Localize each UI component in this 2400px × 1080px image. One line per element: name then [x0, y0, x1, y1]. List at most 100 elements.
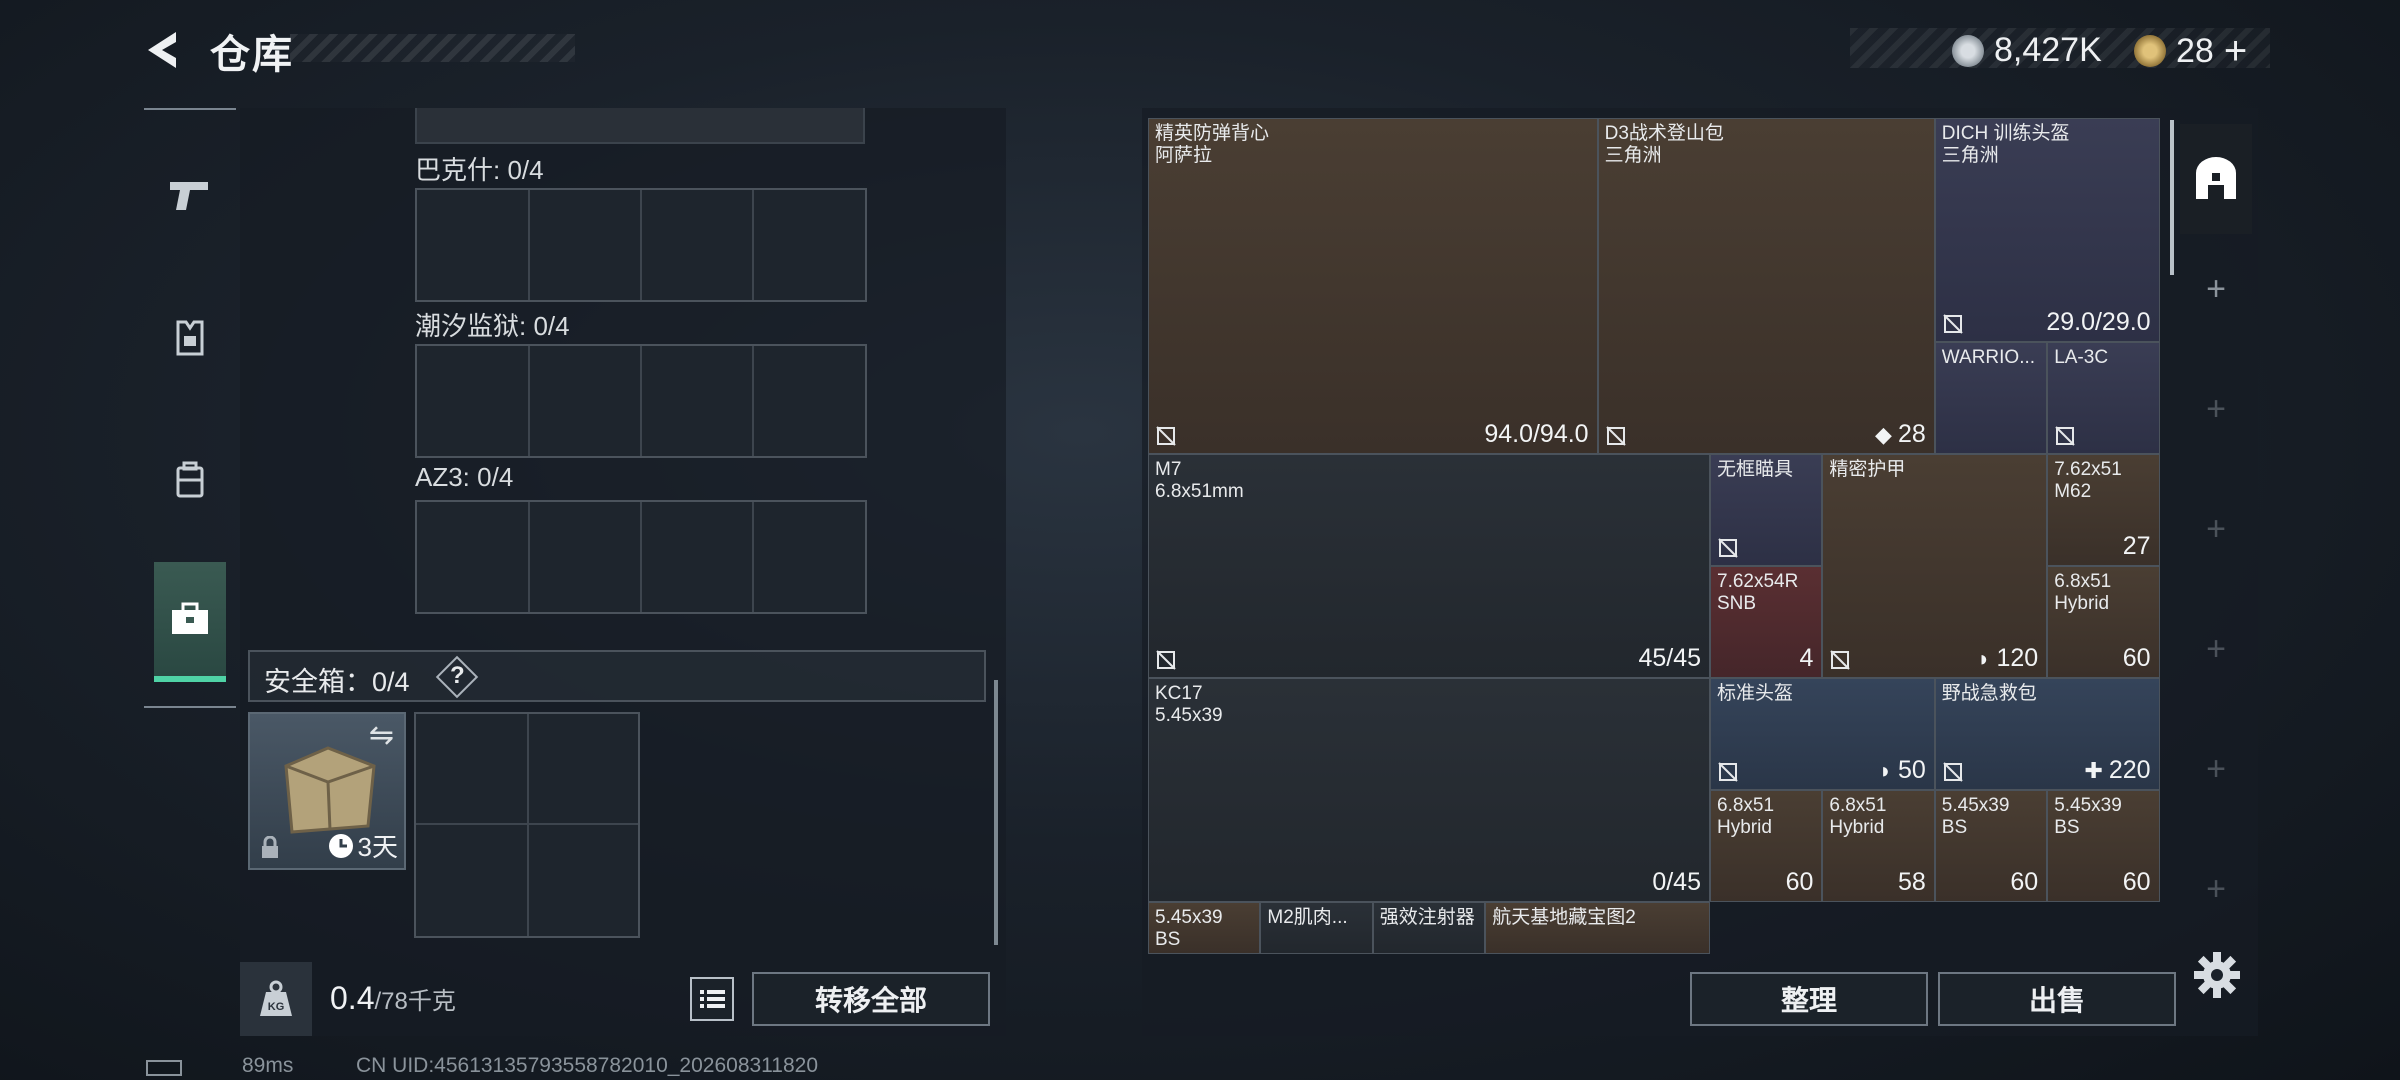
- inventory-item[interactable]: 标准头盔 ◗ 50: [1710, 678, 1935, 790]
- rail-add-button[interactable]: +: [2180, 234, 2252, 344]
- tab-armor[interactable]: [154, 278, 226, 398]
- transfer-all-button[interactable]: 转移全部: [752, 972, 990, 1026]
- item-name: 野战急救包: [1941, 683, 2037, 704]
- ticket-display[interactable]: 28 +: [2134, 31, 2247, 71]
- inventory-item[interactable]: 野战急救包 ✚ 220: [1934, 678, 2160, 790]
- sell-button[interactable]: 出售: [1938, 972, 2176, 1026]
- inventory-scrollbar[interactable]: [2170, 120, 2174, 275]
- inventory-item[interactable]: 无框瞄具: [1710, 454, 1823, 566]
- inventory-item[interactable]: 6.8x51 Hybrid 58: [1822, 790, 1935, 902]
- item-value-text: 45/45: [1638, 644, 1701, 672]
- weight-current: 0.4: [330, 980, 375, 1016]
- settings-gear-icon[interactable]: [2192, 950, 2242, 1000]
- uninsured-icon: [1830, 650, 1851, 670]
- rail-add-button[interactable]: +: [2180, 594, 2252, 704]
- rail-stash-button[interactable]: [2180, 124, 2252, 234]
- item-value-text: 94.0/94.0: [1484, 420, 1589, 448]
- item-name: 6.8x51 Hybrid: [2054, 571, 2112, 614]
- list-view-button[interactable]: [690, 977, 734, 1021]
- uninsured-icon: [1718, 762, 1738, 782]
- item-name: 7.62x54R SNB: [1717, 571, 1799, 614]
- inventory-item[interactable]: 精密护甲 ◗ 120: [1822, 454, 2048, 678]
- item-name: D3战术登山包 三角洲: [1604, 123, 1724, 166]
- category-tabs: [144, 108, 236, 708]
- item-name: DICH 训练头盔 三角洲: [1941, 123, 2070, 166]
- capacity-icon: ◆: [1875, 422, 1892, 447]
- coin-amount: 8,427K: [1994, 31, 2102, 69]
- weight-icon-box: KG: [240, 962, 312, 1036]
- list-icon: [700, 990, 725, 1008]
- inventory-item[interactable]: M2肌肉...: [1260, 902, 1373, 954]
- stash-scrollbar[interactable]: [994, 680, 998, 945]
- inventory-item[interactable]: 6.8x51 Hybrid 60: [2047, 566, 2160, 678]
- inventory-item[interactable]: 5.45x39 BS 60: [1934, 790, 2048, 902]
- coin-icon: [1952, 34, 1984, 67]
- inventory-item[interactable]: D3战术登山包 三角洲 ◆ 28: [1597, 118, 1935, 454]
- item-value-text: 4: [1799, 644, 1814, 672]
- inventory-item[interactable]: DICH 训练头盔 三角洲 29.0/29.0: [1934, 118, 2160, 342]
- item-name: KC17 5.45x39: [1155, 683, 1223, 726]
- inventory-item[interactable]: 航天基地藏宝图2: [1485, 902, 1710, 954]
- item-name: 6.8x51 Hybrid: [1829, 795, 1887, 838]
- tab-backpacks[interactable]: [154, 420, 226, 540]
- slot-grid[interactable]: [415, 500, 867, 614]
- plus-icon: +: [2206, 869, 2226, 908]
- uninsured-icon: [1943, 762, 1963, 782]
- inventory-item[interactable]: 5.45x39 BS: [1148, 902, 1261, 954]
- inventory-item[interactable]: KC17 5.45x39 0/45: [1148, 678, 1710, 902]
- item-value-text: 120: [1996, 644, 2039, 672]
- item-value-text: 60: [2010, 868, 2039, 896]
- item-value: 27: [2123, 532, 2151, 561]
- uninsured-icon: [1605, 426, 1626, 446]
- item-value: 60: [2123, 644, 2151, 673]
- rail-add-button[interactable]: +: [2180, 474, 2252, 584]
- back-button[interactable]: [140, 26, 188, 74]
- inventory-item[interactable]: 7.62x51 M62 27: [2047, 454, 2160, 566]
- rig-preview-strip: [415, 108, 865, 144]
- group-label: 潮汐监狱: 0/4: [415, 311, 570, 341]
- add-ticket-icon[interactable]: +: [2224, 31, 2247, 71]
- inventory-item[interactable]: 7.62x54R SNB 4: [1710, 566, 1823, 678]
- weight-max: /78千克: [374, 988, 456, 1015]
- item-name: 精英防弹背心 阿萨拉: [1155, 123, 1270, 166]
- item-value-text: 60: [2122, 644, 2151, 672]
- uninsured-icon: [1156, 426, 1176, 446]
- tab-weapons[interactable]: [154, 134, 226, 254]
- inventory-item[interactable]: 6.8x51 Hybrid 60: [1710, 790, 1823, 902]
- inventory-item[interactable]: M7 6.8x51mm 45/45: [1148, 454, 1710, 678]
- item-value-text: 27: [2122, 532, 2151, 560]
- item-value: 29.0/29.0: [2046, 308, 2150, 337]
- item-value: ◆ 28: [1875, 420, 1926, 449]
- plus-icon: +: [2206, 269, 2226, 308]
- item-value-text: 60: [1785, 868, 1814, 896]
- lock-icon: [262, 836, 278, 858]
- inventory-item[interactable]: 精英防弹背心 阿萨拉 94.0/94.0: [1148, 118, 1598, 454]
- safe-slot-grid[interactable]: [414, 712, 640, 938]
- item-value: 94.0/94.0: [1484, 420, 1588, 449]
- weight-readout: 0.4/78千克: [330, 980, 456, 1017]
- inventory-item[interactable]: WARRIO...: [1934, 342, 2048, 454]
- inventory-item[interactable]: 强效注射器: [1372, 902, 1486, 954]
- inventory-item[interactable]: 5.45x39 BS 60: [2047, 790, 2160, 902]
- safe-case-item[interactable]: ⇋ 3天: [248, 712, 406, 870]
- item-name: 7.62x51 M62: [2054, 459, 2122, 502]
- battery-icon: [146, 1060, 182, 1076]
- uninsured-icon: [1718, 538, 1738, 558]
- sort-button[interactable]: 整理: [1690, 972, 1928, 1026]
- item-value: ✚ 220: [2084, 756, 2150, 785]
- tab-cases[interactable]: [154, 562, 226, 682]
- item-value: ◗ 50: [1879, 756, 1926, 785]
- plus-icon: +: [2206, 749, 2226, 788]
- item-name: WARRIO...: [1941, 347, 2036, 368]
- item-name: 强效注射器: [1379, 907, 1475, 928]
- rail-add-button[interactable]: +: [2180, 354, 2252, 464]
- rail-add-button[interactable]: +: [2180, 714, 2252, 824]
- swap-icon[interactable]: ⇋: [369, 718, 394, 753]
- inventory-item[interactable]: LA-3C: [2047, 342, 2160, 454]
- slot-grid[interactable]: [415, 188, 867, 302]
- item-value: 58: [1898, 868, 1926, 897]
- item-value: 60: [1786, 868, 1814, 897]
- timer: 3天: [328, 827, 398, 864]
- slot-grid[interactable]: [415, 344, 867, 458]
- rail-add-button[interactable]: +: [2180, 834, 2252, 944]
